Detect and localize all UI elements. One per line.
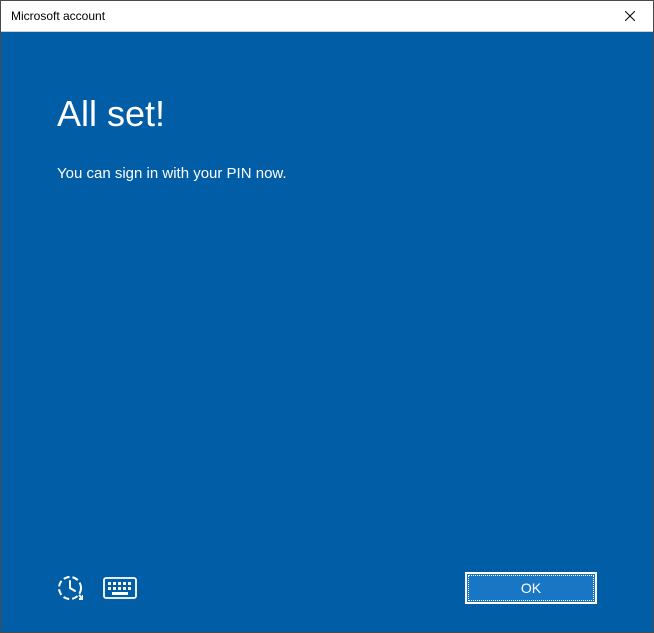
ease-of-access-button[interactable] — [57, 575, 83, 601]
footer-left — [57, 575, 137, 601]
ok-button[interactable]: OK — [465, 572, 597, 604]
titlebar: Microsoft account — [1, 1, 653, 32]
content-area: All set! You can sign in with your PIN n… — [1, 32, 653, 632]
keyboard-icon — [103, 577, 137, 599]
close-button[interactable] — [607, 1, 653, 32]
ease-of-access-icon — [57, 575, 83, 601]
page-heading: All set! — [57, 92, 597, 135]
footer: OK — [57, 572, 597, 604]
close-icon — [625, 11, 635, 21]
on-screen-keyboard-button[interactable] — [103, 577, 137, 599]
window-title: Microsoft account — [11, 9, 105, 23]
page-message: You can sign in with your PIN now. — [57, 165, 597, 182]
window: Microsoft account All set! You can sign … — [0, 0, 654, 633]
